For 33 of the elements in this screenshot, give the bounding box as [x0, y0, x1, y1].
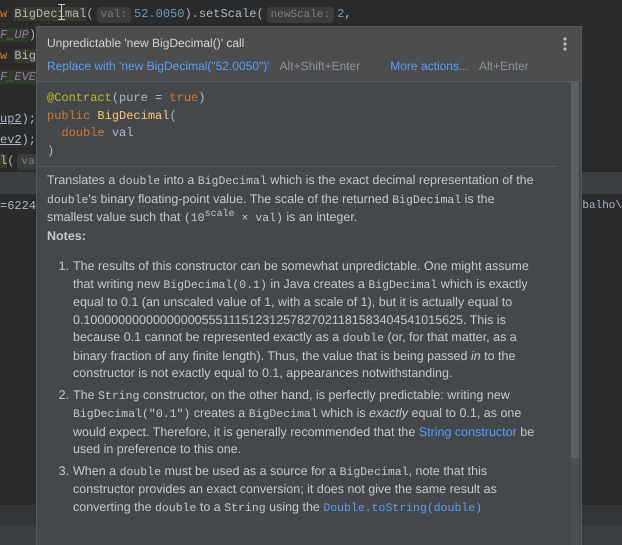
code-text: l(: [0, 153, 14, 170]
shortcut-text: Alt+Enter: [478, 59, 529, 73]
code-text: F_UP): [0, 27, 36, 44]
list-number: 1.: [58, 258, 70, 275]
code-text: w Big: [0, 48, 36, 65]
doc-link[interactable]: Double.toString(double): [323, 500, 482, 514]
console-text: =6224: [0, 198, 36, 215]
signature-code: double val: [60, 125, 134, 142]
popup-title: Unpredictable 'new BigDecimal()' call: [47, 36, 244, 50]
doc-link[interactable]: String constructor: [418, 424, 517, 438]
code-text: up2);: [0, 111, 36, 128]
code-text: F_EVE: [0, 69, 36, 86]
list-number: 3.: [58, 462, 70, 480]
parameter-hint: val:: [96, 6, 132, 22]
more-options-icon[interactable]: [563, 37, 567, 51]
code-text: 2,: [337, 6, 352, 23]
action-link[interactable]: More actions...: [390, 59, 469, 73]
notes-heading: Notes:: [47, 228, 87, 244]
shortcut-text: Alt+Shift+Enter: [280, 59, 360, 73]
signature-code: @Contract(pure = true): [47, 90, 206, 107]
code-text: ev2);: [0, 132, 36, 149]
note-text: The String constructor, on the other hand, is perfectly predictable: writing new BigDecimal("0.1") creates a BigDecimal which is exactly equal to 0.1, as one would expect. Therefore, it is generally recommended that the String constructor be used in preference to this one.: [73, 386, 536, 458]
scrollbar-thumb[interactable]: [571, 82, 579, 458]
list-number: 2.: [58, 386, 70, 404]
console-text: balho\: [582, 199, 622, 214]
note-text: When a double must be used as a source for a BigDecimal, note that this constructor provides an exact conversion; it does not give the same result as converting the double to a String using the Double.toString(double): [73, 462, 498, 516]
signature-code: ): [47, 142, 56, 160]
signature-code: public BigDecimal(: [47, 108, 178, 124]
doc-paragraph: Translates a double into a BigDecimal which is the exact decimal representation of the double's binary floating-point value. The scale of the returned BigDecimal is the smallest value such that (10$^{scale}$ × val) is an integer.: [47, 172, 535, 227]
note-text: The results of this constructor can be somewhat unpredictable. One might assume that writing new BigDecimal(0.1) in Java creates a BigDecimal which is exactly equal to 0.1 (an unscaled value of 1, with a scale of 1), but it is actually equal to 0.1000000000000000055511151231257827021181583404541015625. This is because 0.1 cannot be represented exactly as a double (or, for that matter, as a binary fraction of any finite length). Thus, the value that is being passed in to the constructor is not exactly equal to 0.1, appearances notwithstanding.: [73, 258, 530, 382]
parameter-hint: newScale:: [266, 6, 334, 22]
code-text: 52.0050).setScale(: [134, 6, 264, 23]
action-link[interactable]: Replace with 'new BigDecimal("52.0050")': [47, 59, 270, 73]
